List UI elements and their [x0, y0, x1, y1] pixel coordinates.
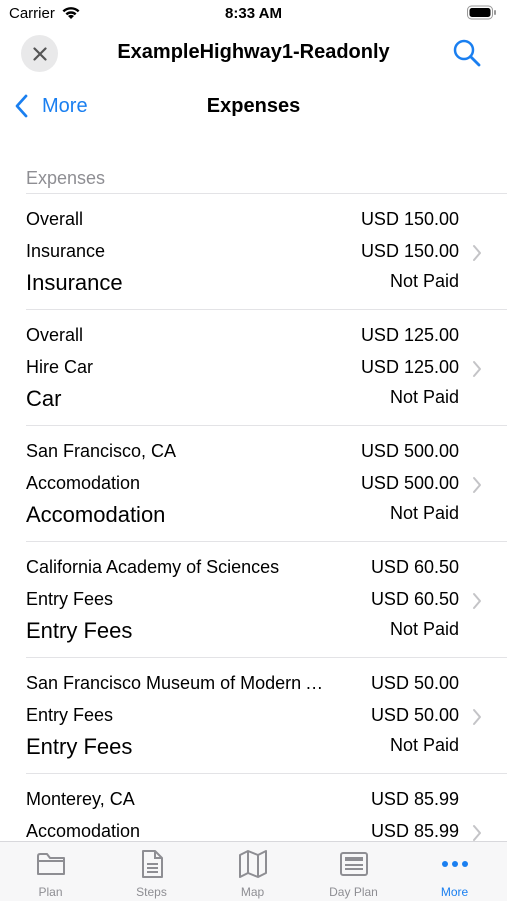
expense-place: Overall: [26, 209, 84, 229]
expense-amount: USD 50.00: [370, 705, 459, 725]
expense-place: California Academy of Sciences: [26, 557, 280, 577]
search-button[interactable]: [452, 38, 482, 68]
chevron-right-icon: [473, 361, 481, 377]
expense-title: Accomodation: [26, 502, 166, 527]
folder-icon: [37, 853, 65, 875]
tab-plan[interactable]: Plan: [0, 842, 101, 901]
expense-category: Insurance: [26, 241, 106, 261]
more-icon: [442, 861, 468, 867]
navigation-bar: More Expenses: [0, 82, 507, 130]
expense-place: Monterey, CA: [26, 789, 135, 809]
page-title: Expenses: [206, 95, 301, 117]
search-icon: [453, 39, 481, 67]
expense-total-amount: USD 150.00: [360, 209, 459, 229]
tab-map[interactable]: Map: [202, 842, 303, 901]
title-bar: ExampleHighway1-Readonly: [0, 30, 507, 76]
expense-amount: USD 500.00: [360, 473, 459, 493]
expense-total-amount: USD 60.50: [370, 557, 459, 577]
tab-day-plan[interactable]: Day Plan: [303, 842, 404, 901]
status-time: 8:33 AM: [225, 5, 282, 22]
app-title: ExampleHighway1-Readonly: [117, 41, 390, 63]
chevron-right-icon: [473, 245, 481, 261]
expense-status: Not Paid: [389, 619, 459, 639]
expenses-list[interactable]: Expenses Overall USD 150.00 Insurance US…: [0, 160, 507, 841]
tab-label: Map: [240, 885, 265, 899]
document-icon: [142, 850, 163, 878]
tab-label: Steps: [136, 885, 167, 899]
battery-icon: [467, 5, 497, 25]
section-header: Expenses: [26, 168, 106, 188]
expense-row[interactable]: San Francisco, CA USD 500.00 Accomodatio…: [0, 426, 507, 542]
expense-place: Overall: [26, 325, 84, 345]
expense-row[interactable]: Overall USD 125.00 Hire Car USD 125.00 C…: [0, 310, 507, 426]
expense-amount: USD 85.99: [370, 821, 459, 841]
expense-row[interactable]: Monterey, CA USD 85.99 Accomodation USD …: [0, 774, 507, 841]
expense-place: San Francisco, CA: [26, 441, 177, 461]
expense-total-amount: USD 125.00: [360, 325, 459, 345]
tab-bar: Plan Steps Map Day Plan More: [0, 841, 507, 901]
expense-total-amount: USD 50.00: [370, 673, 459, 693]
expense-category: Hire Car: [26, 357, 94, 377]
expense-title: Car: [26, 386, 62, 411]
status-bar: Carrier 8:33 AM: [0, 0, 507, 28]
expense-place: San Francisco Museum of Modern Art: [26, 673, 326, 693]
expense-status: Not Paid: [389, 271, 459, 291]
chevron-right-icon: [473, 477, 481, 493]
expense-total-amount: USD 85.99: [370, 789, 459, 809]
expense-total-amount: USD 500.00: [360, 441, 459, 461]
expense-row[interactable]: Overall USD 150.00 Insurance USD 150.00 …: [0, 194, 507, 310]
expense-amount: USD 125.00: [360, 357, 459, 377]
chevron-right-icon: [473, 593, 481, 609]
tab-more[interactable]: More: [404, 842, 505, 901]
expense-amount: USD 150.00: [360, 241, 459, 261]
expense-row[interactable]: San Francisco Museum of Modern Art USD 5…: [0, 658, 507, 774]
expense-category: Accomodation: [26, 821, 141, 841]
map-icon: [239, 850, 267, 878]
tab-steps[interactable]: Steps: [101, 842, 202, 901]
expense-category: Entry Fees: [26, 589, 114, 609]
expense-category: Entry Fees: [26, 705, 114, 725]
expense-title: Entry Fees: [26, 618, 133, 643]
tab-label: Plan: [38, 885, 63, 899]
expense-title: Insurance: [26, 270, 123, 295]
newspaper-icon: [340, 852, 368, 876]
expense-amount: USD 60.50: [370, 589, 459, 609]
expense-row[interactable]: California Academy of Sciences USD 60.50…: [0, 542, 507, 658]
expense-category: Accomodation: [26, 473, 141, 493]
expense-status: Not Paid: [389, 387, 459, 407]
tab-label: Day Plan: [329, 885, 378, 899]
expense-status: Not Paid: [389, 735, 459, 755]
expense-title: Entry Fees: [26, 734, 133, 759]
tab-label: More: [440, 885, 469, 899]
chevron-right-icon: [473, 709, 481, 725]
chevron-right-icon: [473, 825, 481, 841]
expense-status: Not Paid: [389, 503, 459, 523]
